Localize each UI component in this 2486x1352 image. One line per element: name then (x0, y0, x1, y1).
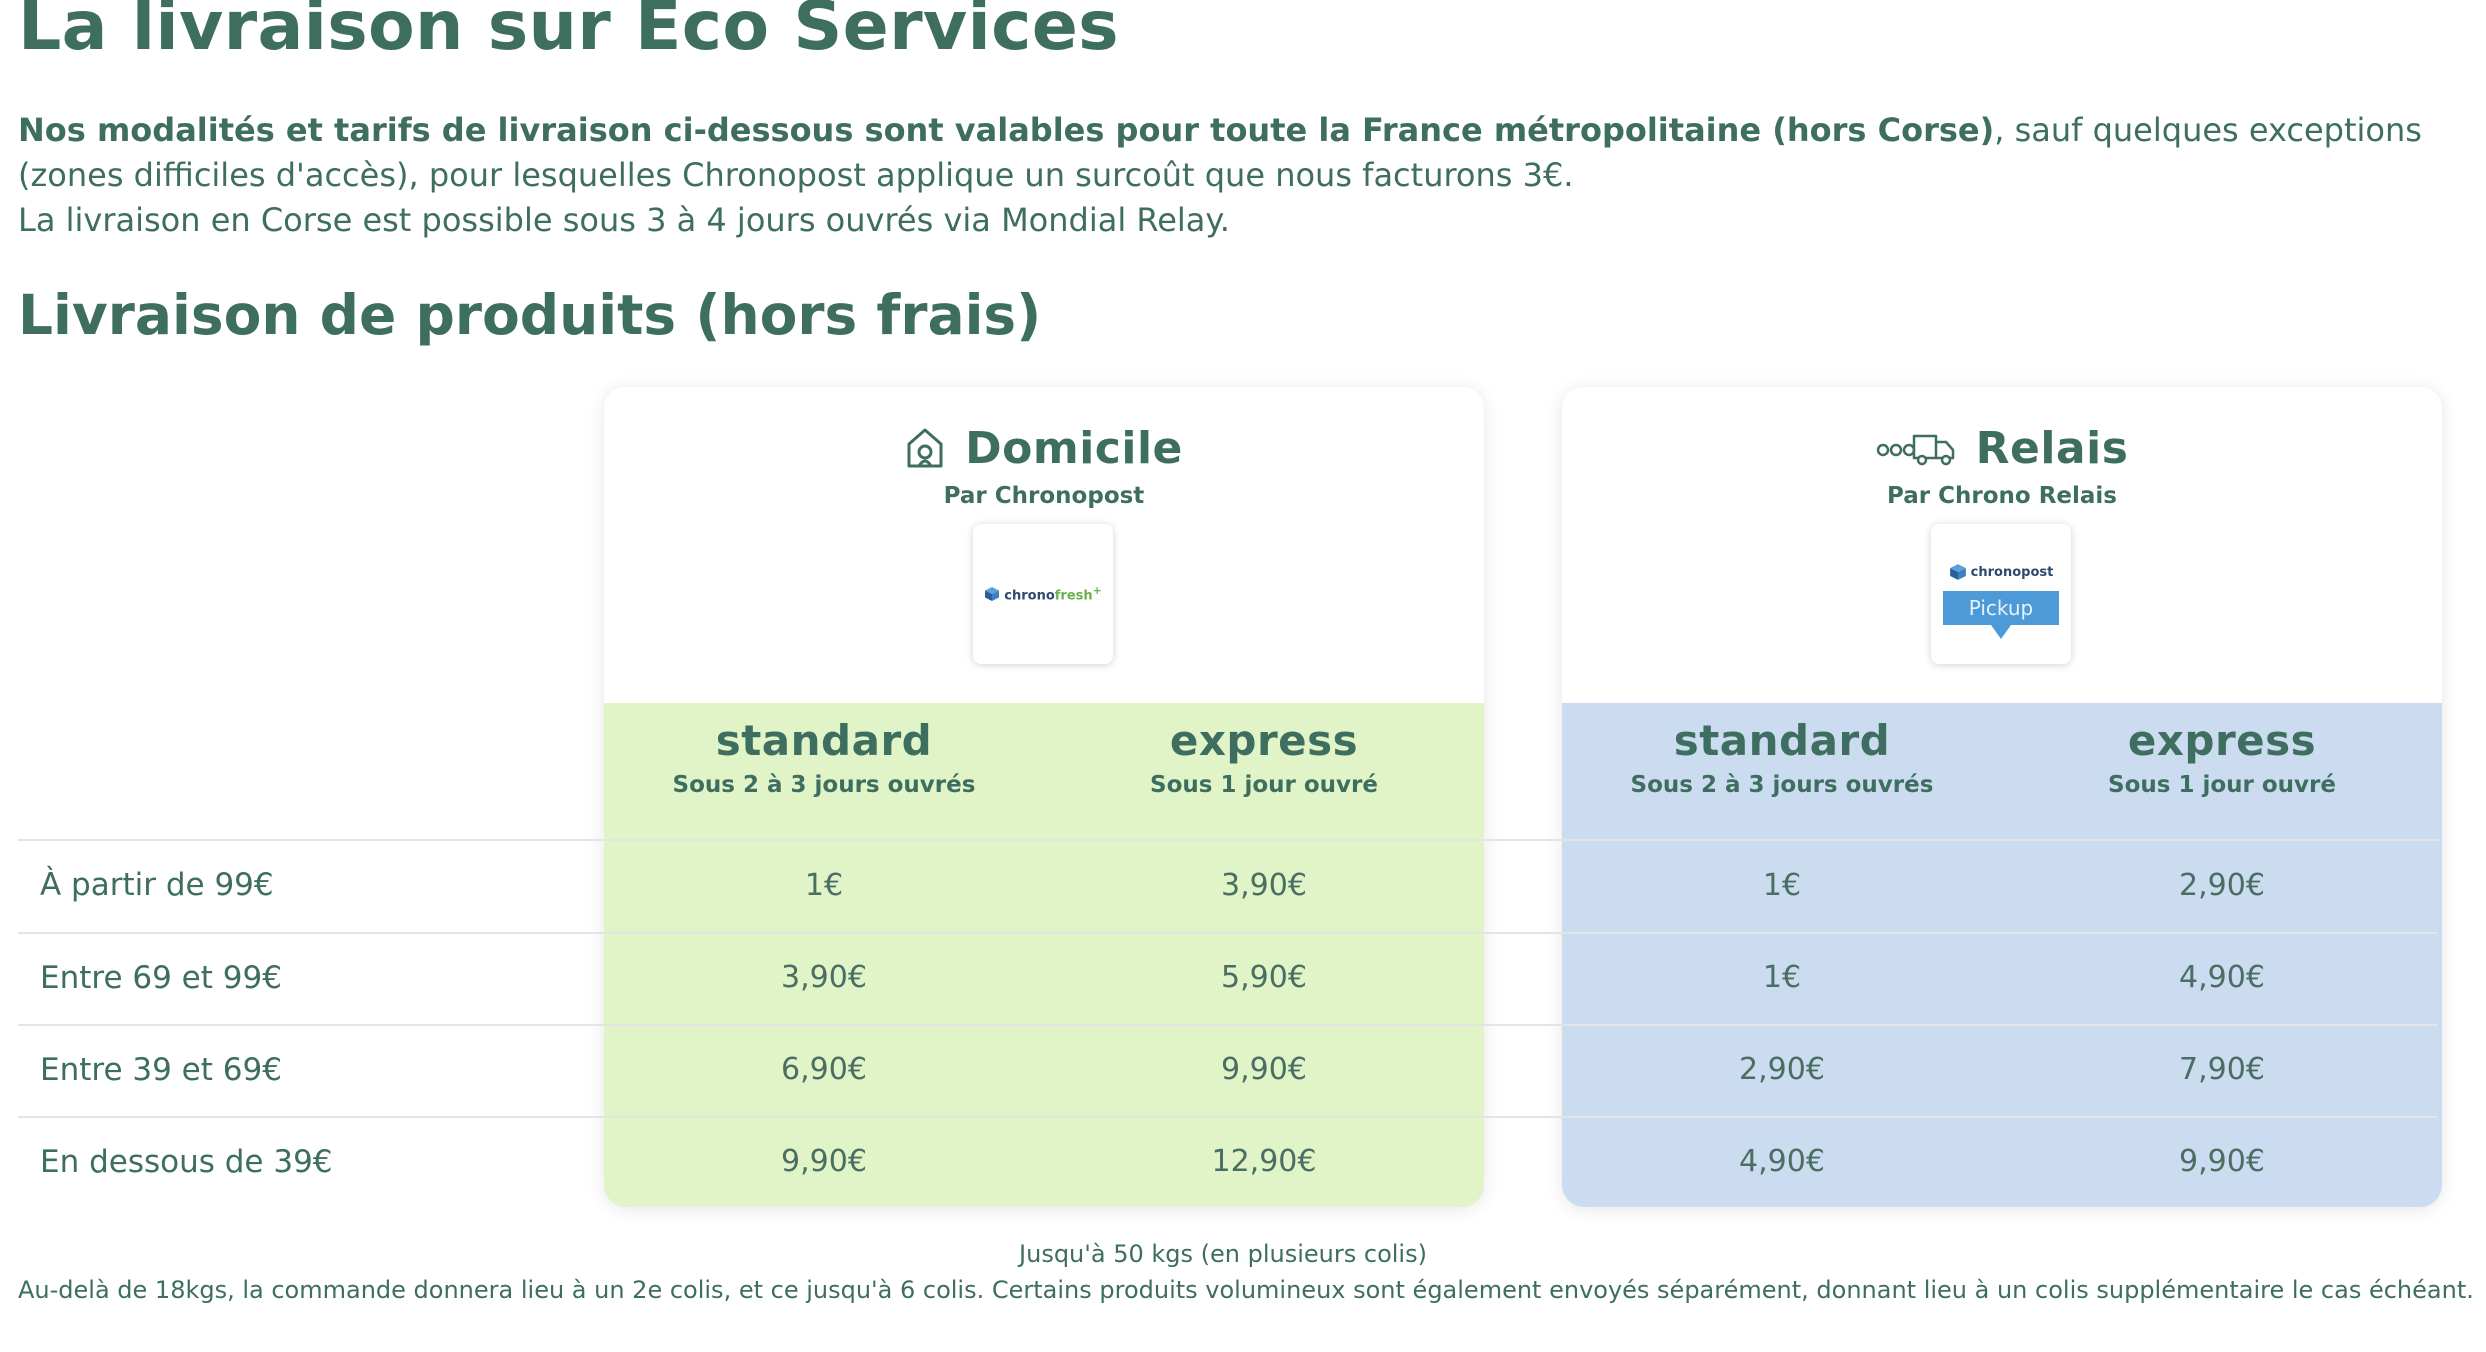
price-cell: 2,90€ (2179, 868, 2265, 903)
row-divider (18, 932, 2438, 934)
page-title: La livraison sur Eco Services (18, 0, 1119, 66)
price-cell: 1€ (1762, 960, 1802, 995)
delivery-truck-icon (1876, 428, 1956, 468)
column-name: standard (1673, 716, 1891, 765)
chronopost-pickup-logo: chronopost Pickup (1931, 524, 2071, 664)
weight-note: Jusqu'à 50 kgs (en plusieurs colis) (1019, 1240, 1427, 1268)
relais-heading: Relais (1562, 407, 2442, 489)
section-title: Livraison de produits (hors frais) (18, 283, 1042, 347)
price-cell: 1€ (1762, 868, 1802, 903)
price-cell: 7,90€ (2179, 1052, 2265, 1087)
relais-carrier: Par Chrono Relais (1887, 483, 2117, 509)
price-cell: 6,90€ (781, 1052, 867, 1087)
domicile-heading: Domicile (604, 407, 1484, 489)
chronofresh-logo-text: chronofresh+ (984, 584, 1102, 604)
delivery-page: La livraison sur Eco Services Nos modali… (0, 0, 2486, 1352)
price-cell: 12,90€ (1211, 1144, 1317, 1179)
column-delay: Sous 1 jour ouvré (2108, 772, 2336, 798)
price-cell: 5,90€ (1221, 960, 1307, 995)
pickup-badge: Pickup (1943, 591, 2059, 639)
domicile-standard-header: standard Sous 2 à 3 jours ouvrés (604, 715, 1044, 803)
row-divider (18, 839, 2438, 841)
relais-express-header: express Sous 1 jour ouvré (2002, 715, 2442, 803)
chronofresh-logo: chronofresh+ (973, 524, 1113, 664)
house-icon (905, 426, 945, 470)
row-divider (18, 1024, 2438, 1026)
row-label: Entre 69 et 99€ (40, 960, 282, 996)
price-cell: 3,90€ (1221, 868, 1307, 903)
price-cell: 1€ (804, 868, 844, 903)
column-delay: Sous 2 à 3 jours ouvrés (672, 772, 976, 798)
intro-corse-text: La livraison en Corse est possible sous … (18, 201, 1230, 239)
row-label: En dessous de 39€ (40, 1144, 333, 1180)
column-name: standard (715, 716, 933, 765)
price-cell: 2,90€ (1739, 1052, 1825, 1087)
row-label: Entre 39 et 69€ (40, 1052, 282, 1088)
row-divider (18, 1116, 2438, 1118)
domicile-express-header: express Sous 1 jour ouvré (1044, 715, 1484, 803)
parcel-note: Au-delà de 18kgs, la commande donnera li… (18, 1276, 2474, 1304)
chronofresh-logo-word: chronofresh+ (1004, 584, 1102, 604)
column-name: express (1169, 716, 1359, 765)
domicile-title: Domicile (965, 422, 1183, 474)
relais-standard-header: standard Sous 2 à 3 jours ouvrés (1562, 715, 2002, 803)
chronopost-cube-icon (1949, 564, 1966, 580)
column-delay: Sous 2 à 3 jours ouvrés (1630, 772, 1934, 798)
relais-title: Relais (1975, 422, 2129, 474)
chronopost-logo-text: chronopost (1949, 563, 2054, 581)
domicile-carrier: Par Chronopost (943, 483, 1145, 509)
column-delay: Sous 1 jour ouvré (1150, 772, 1378, 798)
row-label: À partir de 99€ (40, 867, 274, 903)
intro-bold-text: Nos modalités et tarifs de livraison ci-… (18, 111, 1995, 149)
column-name: express (2127, 716, 2317, 765)
intro-text: Nos modalités et tarifs de livraison ci-… (18, 108, 2438, 243)
price-cell: 9,90€ (781, 1144, 867, 1179)
chronopost-logo-word: chronopost (1970, 564, 2054, 580)
chronopost-cube-icon (985, 586, 1000, 601)
price-cell: 4,90€ (2179, 960, 2265, 995)
price-cell: 3,90€ (781, 960, 867, 995)
price-cell: 4,90€ (1739, 1144, 1825, 1179)
price-cell: 9,90€ (2179, 1144, 2265, 1179)
price-cell: 9,90€ (1221, 1052, 1307, 1087)
